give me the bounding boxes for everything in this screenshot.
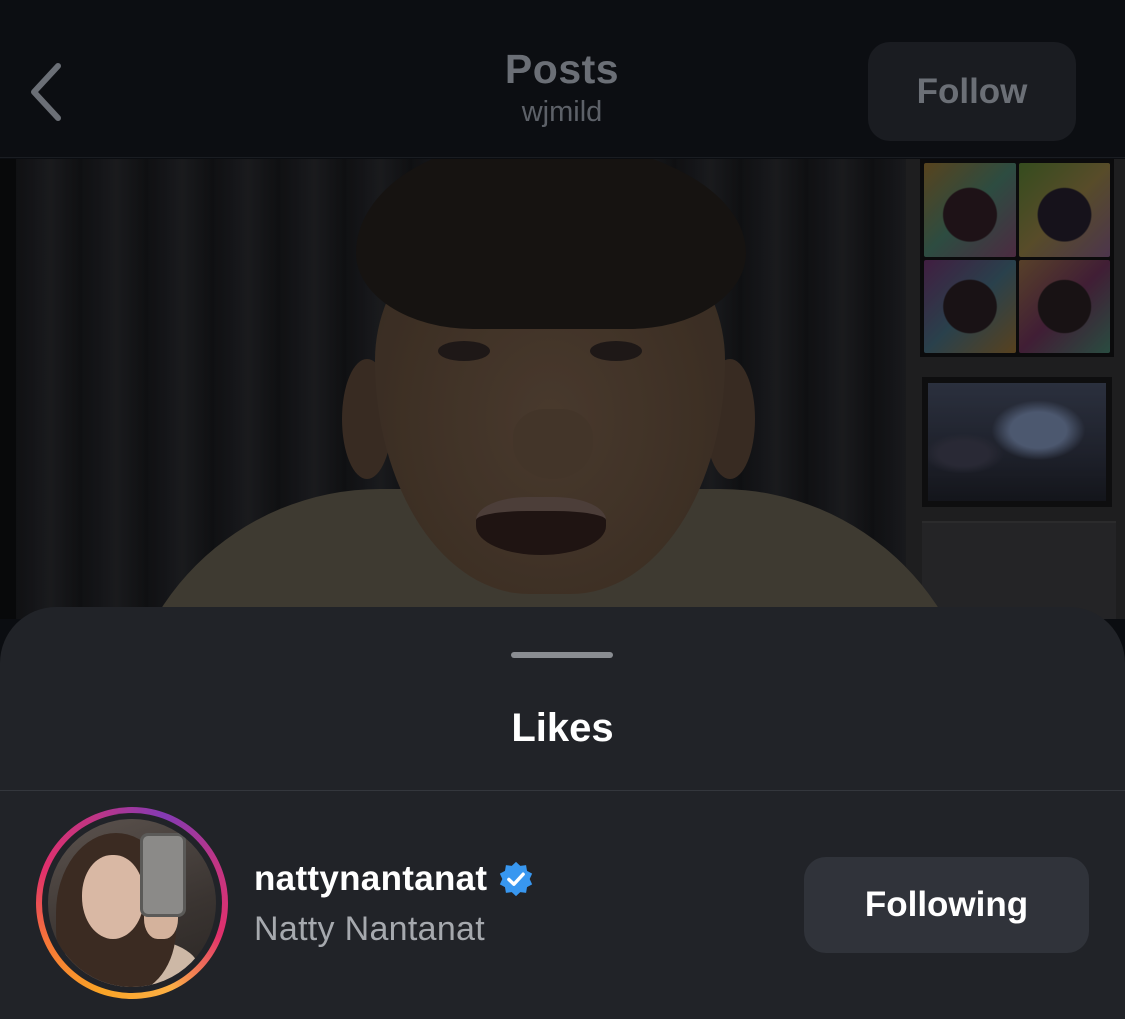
follow-button[interactable]: Follow — [868, 42, 1076, 141]
sheet-title: Likes — [511, 706, 614, 750]
page-title: Posts — [504, 46, 620, 92]
back-button[interactable] — [14, 52, 78, 132]
verified-badge-icon — [500, 861, 533, 897]
user-full-name: Natty Nantanat — [254, 910, 485, 948]
post-video[interactable] — [0, 159, 1125, 619]
avatar-story-ring[interactable] — [36, 807, 228, 999]
chevron-left-icon — [31, 63, 61, 121]
username-line: nattynantanat — [254, 851, 535, 907]
list-item[interactable]: nattynantanat Natty Nantanat Following — [0, 791, 1125, 1019]
dim-overlay — [0, 159, 1125, 619]
screen: Posts wjmild Follow Likes nattynantanat … — [0, 0, 1125, 1019]
avatar — [48, 819, 216, 987]
following-button[interactable]: Following — [804, 857, 1089, 953]
username[interactable]: nattynantanat — [254, 859, 487, 899]
nav-title-group: Posts wjmild — [362, 44, 762, 130]
top-nav-bar: Posts wjmild Follow — [0, 0, 1125, 158]
sheet-drag-handle[interactable] — [511, 652, 613, 658]
likes-sheet: Likes nattynantanat Natty Nantanat Follo… — [0, 607, 1125, 1019]
page-subtitle-username: wjmild — [521, 96, 603, 128]
